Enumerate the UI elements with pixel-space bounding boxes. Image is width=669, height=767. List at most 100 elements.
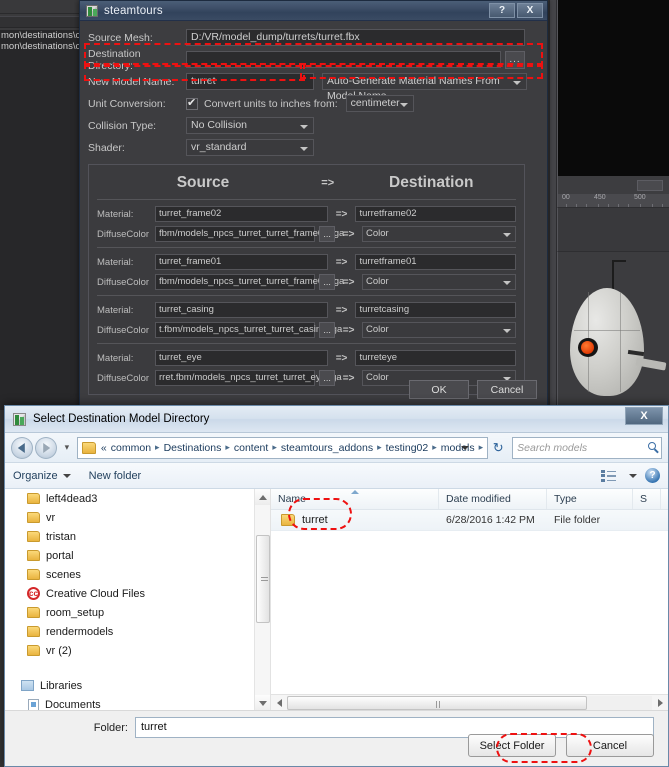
texture-source-input[interactable]: rret.fbm/models_npcs_turret_turret_eye.t… xyxy=(155,370,315,386)
material-dest-input[interactable]: turreteye xyxy=(355,350,516,366)
tree-item-rendermodels[interactable]: rendermodels xyxy=(5,622,270,641)
texture-dest-select[interactable]: Color xyxy=(362,274,516,290)
texture-source-input[interactable]: fbm/models_npcs_turret_turret_frame01.tg… xyxy=(155,274,315,290)
background-viewport-button[interactable] xyxy=(637,180,663,191)
tree-item-scenes[interactable]: scenes xyxy=(5,565,270,584)
scroll-thumb[interactable] xyxy=(287,696,587,710)
ok-button[interactable]: OK xyxy=(409,380,469,399)
tree-item-creative-cloud-files[interactable]: cc Creative Cloud Files xyxy=(5,584,270,603)
texture-source-input[interactable]: fbm/models_npcs_turret_turret_frame02.tg… xyxy=(155,226,315,242)
unit-select[interactable]: centimeter xyxy=(346,95,414,112)
chevron-right-icon[interactable]: ▸ xyxy=(375,442,384,453)
new-folder-button[interactable]: New folder xyxy=(89,470,142,482)
close-icon[interactable]: X xyxy=(625,407,663,425)
search-input[interactable]: Search models xyxy=(512,437,662,459)
file-name-label: turret xyxy=(302,514,328,526)
chevron-right-icon[interactable]: ▸ xyxy=(430,442,439,453)
tree-item-vr[interactable]: vr xyxy=(5,508,270,527)
scroll-down-icon[interactable] xyxy=(255,695,271,710)
file-dialog-titlebar[interactable]: Select Destination Model Directory X xyxy=(5,406,668,433)
diffuse-label: DiffuseColor xyxy=(97,229,155,240)
chevron-down-icon[interactable] xyxy=(629,474,637,478)
material-dest-input[interactable]: turretcasing xyxy=(355,302,516,318)
tree-item-portal[interactable]: portal xyxy=(5,546,270,565)
scroll-track[interactable] xyxy=(287,696,652,710)
tree-spacer xyxy=(5,660,270,676)
material-source-input[interactable]: turret_eye xyxy=(155,350,328,366)
source-mesh-input[interactable]: D:/VR/model_dump/turrets/turret.fbx xyxy=(186,29,525,46)
breadcrumb-item[interactable]: testing02 xyxy=(384,442,431,454)
file-type-cell: File folder xyxy=(547,514,633,526)
tree-item-libraries[interactable]: Libraries xyxy=(5,676,270,695)
texture-browse-button[interactable]: ... xyxy=(319,370,335,386)
cancel-button[interactable]: Cancel xyxy=(477,380,537,399)
chevron-right-icon[interactable]: ▸ xyxy=(223,442,232,453)
tree-item-vr-2[interactable]: vr (2) xyxy=(5,641,270,660)
scroll-left-icon[interactable] xyxy=(271,695,287,711)
chevron-right-icon[interactable]: ▸ xyxy=(270,442,279,453)
source-mesh-label: Source Mesh: xyxy=(88,32,186,44)
organize-button[interactable]: Organize xyxy=(13,470,71,482)
tree-item-documents[interactable]: Documents xyxy=(5,695,270,710)
refresh-icon[interactable]: ↻ xyxy=(488,440,508,456)
tree-item-room-setup[interactable]: room_setup xyxy=(5,603,270,622)
convert-units-checkbox[interactable] xyxy=(186,98,198,110)
breadcrumb-item[interactable]: Destinations xyxy=(162,442,224,454)
texture-dest-select[interactable]: Color xyxy=(362,226,516,242)
forward-button[interactable] xyxy=(35,437,57,459)
help-button[interactable]: ? xyxy=(489,3,515,18)
tree-item-tristan[interactable]: tristan xyxy=(5,527,270,546)
column-header-type[interactable]: Type xyxy=(547,489,633,509)
horizontal-scrollbar[interactable] xyxy=(271,694,668,710)
chevron-down-icon[interactable] xyxy=(461,446,469,450)
texture-browse-button[interactable]: ... xyxy=(319,226,335,242)
column-header-name[interactable]: Name xyxy=(271,489,439,509)
shader-select[interactable]: vr_standard xyxy=(186,139,314,156)
material-source-input[interactable]: turret_frame01 xyxy=(155,254,328,270)
tree-item-left4dead3[interactable]: left4dead3 xyxy=(5,489,270,508)
cancel-button[interactable]: Cancel xyxy=(566,734,654,757)
collision-type-select[interactable]: No Collision xyxy=(186,117,314,134)
scroll-up-icon[interactable] xyxy=(255,489,271,505)
material-source-input[interactable]: turret_casing xyxy=(155,302,328,318)
help-icon[interactable]: ? xyxy=(645,468,660,483)
texture-browse-button[interactable]: ... xyxy=(319,274,335,290)
scroll-right-icon[interactable] xyxy=(652,695,668,711)
materials-panel: Source => Destination Material: turret_f… xyxy=(88,164,525,395)
column-header-size[interactable]: S xyxy=(633,489,661,509)
row-arrow: => xyxy=(335,229,362,240)
destination-browse-button[interactable]: ... xyxy=(505,51,525,69)
material-dest-input[interactable]: turretframe02 xyxy=(355,206,516,222)
material-source-input[interactable]: turret_frame02 xyxy=(155,206,328,222)
back-button[interactable] xyxy=(11,437,33,459)
material-name-mode-select[interactable]: Auto-Generate Material Names From Model … xyxy=(322,73,527,90)
destination-directory-input[interactable] xyxy=(186,51,501,68)
background-splitter[interactable] xyxy=(549,0,557,410)
tree-item-label: vr (2) xyxy=(46,645,72,657)
new-model-name-input[interactable]: turret xyxy=(186,73,314,90)
view-mode-icon[interactable] xyxy=(601,470,616,482)
breadcrumb-item[interactable]: « xyxy=(99,442,109,454)
tree-scrollbar[interactable] xyxy=(254,489,270,710)
chevron-right-icon[interactable]: ▸ xyxy=(477,442,486,453)
chevron-right-icon[interactable]: ▸ xyxy=(153,442,162,453)
table-row[interactable]: turret 6/28/2016 1:42 PM File folder xyxy=(271,510,668,531)
breadcrumb-item[interactable]: steamtours_addons xyxy=(279,442,375,454)
texture-dest-select[interactable]: Color xyxy=(362,322,516,338)
column-header-date-modified[interactable]: Date modified xyxy=(439,489,547,509)
texture-source-input[interactable]: t.fbm/models_npcs_turret_turret_casing.t… xyxy=(155,322,315,338)
scroll-thumb[interactable] xyxy=(256,535,270,623)
breadcrumb-item[interactable]: models xyxy=(439,442,477,454)
material-dest-input[interactable]: turretframe01 xyxy=(355,254,516,270)
breadcrumb[interactable]: « common ▸ Destinations ▸ content ▸ stea… xyxy=(77,437,488,459)
steamtours-titlebar[interactable]: steamtours ? X xyxy=(80,1,547,21)
destination-directory-label: Destination Directory: xyxy=(88,48,186,72)
breadcrumb-item[interactable]: content xyxy=(232,442,270,454)
close-button[interactable]: X xyxy=(517,3,543,18)
file-name-cell[interactable]: turret xyxy=(271,514,439,526)
select-folder-button[interactable]: Select Folder xyxy=(468,734,556,757)
recent-locations-icon[interactable]: ▾ xyxy=(61,442,73,453)
texture-browse-button[interactable]: ... xyxy=(319,322,335,338)
background-left-list: mon\destinations\co mon\destinations\co xyxy=(0,30,82,410)
breadcrumb-item[interactable]: common xyxy=(109,442,153,454)
